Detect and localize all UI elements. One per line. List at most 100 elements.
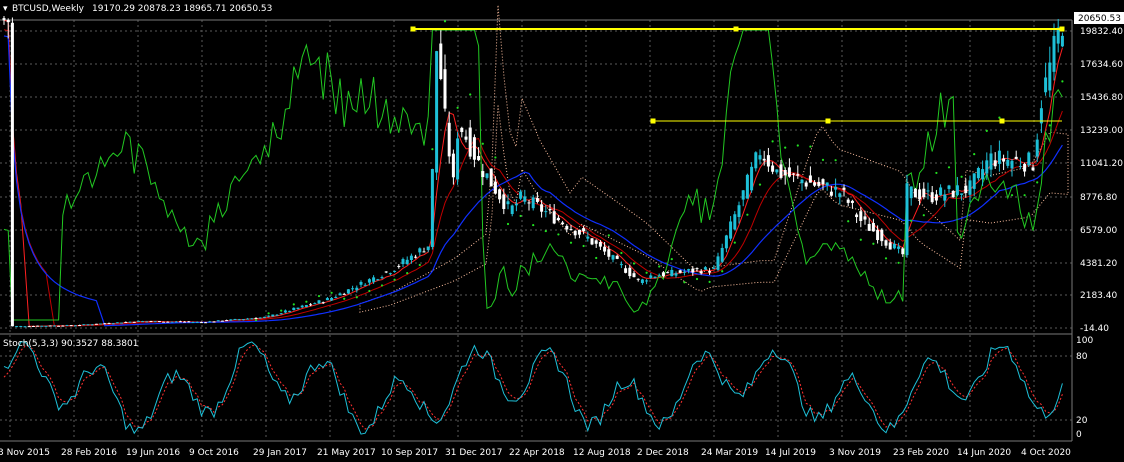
ohlc-label: 19170.29 20878.23 18965.71 20650.53 — [92, 4, 272, 14]
candle-body — [775, 169, 779, 173]
candle-body — [1014, 156, 1018, 159]
candle-body — [359, 281, 363, 285]
candle-body — [132, 321, 136, 323]
date-tick: 4 Oct 2020 — [1021, 448, 1071, 458]
candle-body — [52, 325, 56, 327]
candle-body — [367, 279, 371, 283]
candle-body — [481, 171, 485, 178]
candle-body — [124, 321, 128, 323]
date-tick: 2 Dec 2018 — [637, 448, 689, 458]
candle-body — [107, 323, 111, 325]
psar-dot — [431, 148, 434, 151]
psar-dot — [355, 296, 358, 299]
candle-body — [275, 314, 279, 316]
candle-body — [435, 51, 439, 173]
candle-body — [237, 319, 241, 321]
candle-body — [527, 202, 531, 204]
candle-body — [569, 229, 573, 231]
psar-dot — [859, 238, 862, 241]
candle-body — [573, 230, 577, 236]
trading-chart[interactable]: ▾ BTCUSD,Weekly 19170.29 20878.23 18965.… — [0, 0, 1124, 462]
candle-body — [741, 190, 745, 200]
candle-body — [708, 271, 712, 273]
candle-body — [212, 321, 216, 323]
stoch-level: 0 — [1076, 430, 1082, 440]
candle-body — [699, 271, 703, 274]
candle-body — [498, 189, 502, 200]
price-tick: -14.40 — [1080, 324, 1109, 334]
candle-body — [204, 322, 208, 324]
stoch-level: 20 — [1076, 416, 1088, 426]
date-tick: 14 Jul 2019 — [765, 448, 816, 458]
candle-body — [380, 277, 384, 279]
candle-body — [632, 273, 636, 278]
psar-dot — [317, 294, 321, 298]
candle-body — [960, 193, 964, 195]
psar-dot — [834, 159, 837, 162]
psar-dot — [1036, 181, 1039, 184]
candle-body — [325, 298, 329, 301]
psar-dot — [708, 280, 711, 283]
price-tick: 15436.80 — [1080, 93, 1123, 103]
candle-body — [1060, 35, 1064, 47]
candle-body — [653, 276, 657, 278]
candle-body — [128, 321, 132, 323]
candle-body — [464, 136, 468, 140]
candle-body — [678, 270, 682, 273]
psar-dot — [418, 263, 421, 267]
candle-body — [90, 324, 94, 326]
psar-dot — [595, 256, 598, 260]
date-tick: 14 Jun 2020 — [957, 448, 1011, 458]
candle-body — [254, 317, 258, 319]
candle-body — [531, 197, 535, 209]
candle-body — [414, 256, 418, 258]
candle-body — [934, 194, 938, 201]
candle-body — [552, 211, 556, 224]
candle-body — [48, 325, 52, 327]
psar-dot — [683, 281, 686, 284]
psar-dot — [784, 146, 787, 149]
psar-dot — [380, 284, 384, 287]
candle-body — [477, 156, 481, 161]
candle-body — [44, 325, 48, 327]
candle-body — [745, 174, 749, 199]
psar-dot — [758, 183, 762, 186]
candle-body — [439, 43, 443, 79]
candle-body — [594, 240, 598, 244]
candle-body — [69, 325, 73, 327]
resistance-handle — [650, 118, 656, 124]
candle-body — [351, 288, 355, 290]
candle-body — [409, 255, 413, 261]
candle-body — [800, 179, 804, 184]
candle-body — [985, 160, 989, 174]
candle-body — [955, 185, 959, 196]
candle-body — [666, 272, 670, 274]
candle-body — [1010, 160, 1014, 169]
candle-body — [1018, 165, 1022, 167]
price-tick: 6579.00 — [1080, 226, 1117, 236]
candle-body — [94, 323, 98, 325]
candle-body — [208, 321, 212, 323]
psar-dot — [443, 20, 447, 23]
psar-dot — [393, 278, 396, 281]
candle-body — [1052, 35, 1056, 72]
candle-body — [968, 180, 972, 195]
candle-body — [334, 296, 338, 298]
candle-body — [603, 246, 607, 252]
candle-body — [372, 277, 376, 282]
candle-body — [330, 297, 334, 301]
candle-body — [157, 321, 161, 323]
psar-dot — [532, 223, 535, 227]
psar-dot — [645, 271, 648, 274]
candle-body — [838, 193, 842, 197]
candle-body — [73, 325, 77, 327]
psar-dot — [670, 258, 673, 261]
psar-dot — [1010, 194, 1014, 197]
candle-body — [1006, 159, 1010, 166]
current-price-label: 20650.53 — [1078, 14, 1121, 24]
candle-body — [687, 269, 691, 271]
candle-body — [170, 321, 174, 323]
psar-dot — [406, 271, 409, 275]
candle-body — [456, 138, 460, 180]
candle-body — [997, 150, 1001, 164]
